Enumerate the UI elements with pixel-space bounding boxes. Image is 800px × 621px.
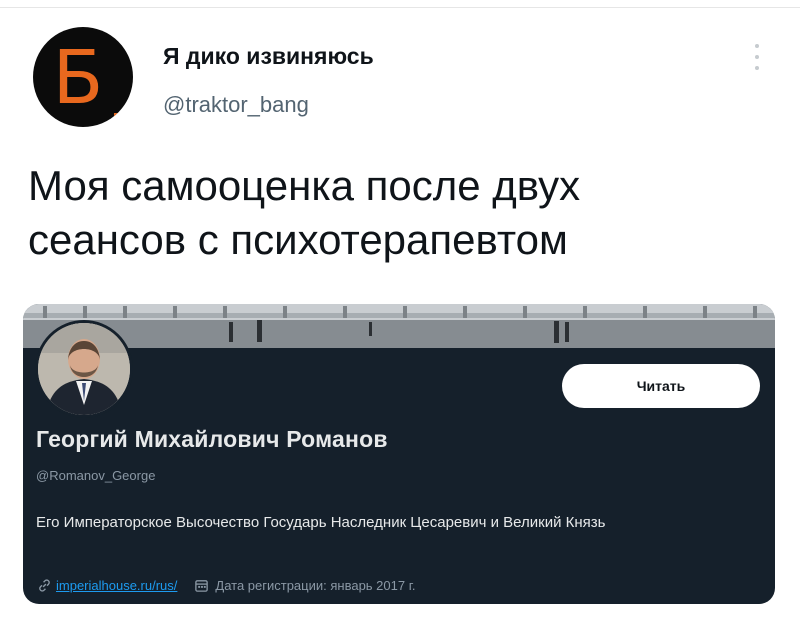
author-handle[interactable]: @traktor_bang (163, 92, 309, 118)
profile-avatar[interactable] (35, 320, 133, 418)
tweet-text-line-1: Моя самооценка после двух (28, 162, 581, 209)
more-vertical-icon[interactable] (751, 44, 763, 70)
tweet-text-line-2: сеансов с психотерапевтом (28, 216, 568, 263)
tweet-text: Моя самооценка после двух сеансов с псих… (28, 159, 768, 267)
avatar-dot (114, 113, 121, 120)
profile-name[interactable]: Георгий Михайлович Романов (36, 426, 388, 453)
profile-banner (23, 304, 775, 348)
author-avatar[interactable]: Б (33, 27, 133, 127)
profile-card: Читать Георгий Михайлович Романов @Roman… (23, 304, 775, 604)
link-icon (36, 577, 52, 593)
profile-meta: imperialhouse.ru/rus/ Дата регистрации: … (36, 577, 415, 593)
profile-bio: Его Императорское Высочество Государь На… (36, 514, 606, 531)
calendar-icon (193, 577, 209, 593)
top-divider (0, 7, 800, 8)
profile-handle[interactable]: @Romanov_George (36, 468, 155, 483)
profile-joined-date: Дата регистрации: январь 2017 г. (215, 577, 416, 593)
profile-link[interactable]: imperialhouse.ru/rus/ (56, 578, 177, 593)
follow-button[interactable]: Читать (562, 364, 760, 408)
author-name[interactable]: Я дико извиняюсь (163, 43, 374, 70)
banner-image (23, 304, 775, 348)
avatar-letter: Б (52, 35, 104, 121)
